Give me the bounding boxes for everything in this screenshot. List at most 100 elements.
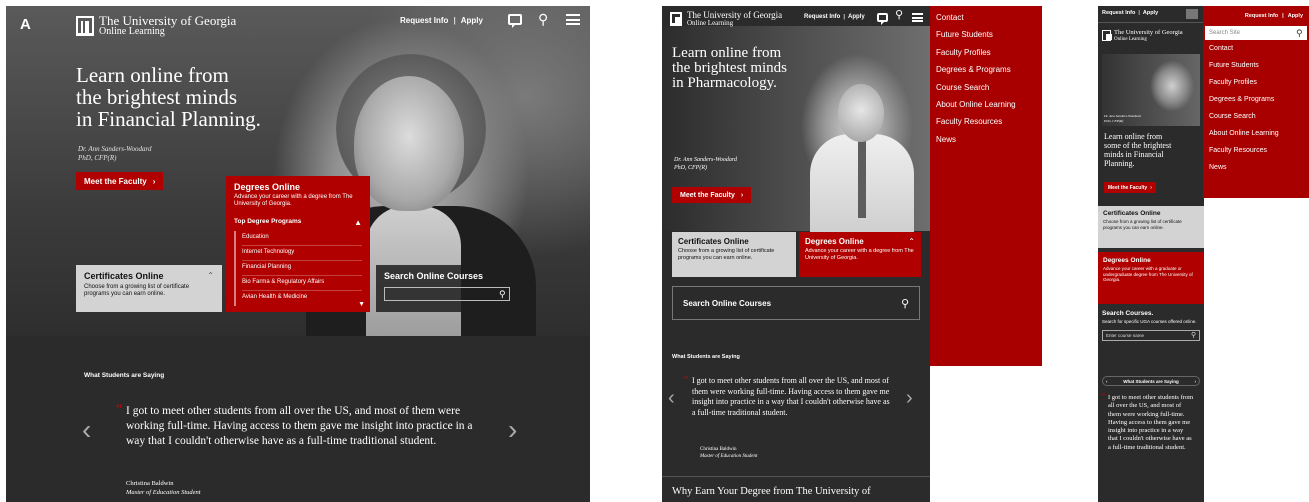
hero-heading-line: Planning. [1104, 159, 1135, 168]
caption-name: Dr. Ann Sanders-Woodard [674, 157, 737, 163]
logo-line-2: Online Learning [687, 19, 734, 27]
divider: | [843, 14, 846, 20]
header-divider [1098, 22, 1204, 23]
site-logo[interactable]: The University of Georgia Online Learnin… [1102, 29, 1183, 42]
menu-item[interactable]: Course Search [1203, 110, 1309, 127]
arrow-right-icon[interactable]: › [508, 416, 517, 444]
menu-item[interactable]: News [1203, 161, 1309, 178]
divider: | [1282, 13, 1284, 19]
degrees-panel[interactable]: Degrees Online Advance your career with … [1098, 252, 1204, 304]
request-info-link[interactable]: Request Info [400, 16, 448, 25]
menu-icon[interactable] [566, 14, 580, 25]
certificates-title: Certificates Online [1103, 210, 1161, 217]
search-icon[interactable]: ⚲ [1191, 331, 1196, 339]
author-role: Master of Education Student [700, 454, 758, 459]
menu-item[interactable]: Faculty Resources [930, 113, 1042, 130]
request-info-link[interactable]: Request Info [804, 14, 840, 20]
scroll-down-icon[interactable]: ▼ [358, 301, 365, 308]
search-icon[interactable]: ⚲ [901, 297, 909, 310]
search-icon[interactable]: ⚲ [499, 289, 506, 300]
accessibility-logo[interactable]: A [20, 16, 31, 33]
arrow-right-icon[interactable]: › [1194, 379, 1196, 384]
request-info-link[interactable]: Request Info [1102, 10, 1135, 16]
certificates-panel[interactable]: Certificates Online ⌃ Choose from a grow… [76, 265, 222, 312]
chevron-right-icon: › [740, 191, 744, 199]
search-courses-panel: Search Courses. Search for specific UGA … [1102, 310, 1200, 341]
arch-icon [1102, 30, 1112, 42]
hero-heading-line: Learn online from [1104, 132, 1163, 141]
divider: | [453, 16, 456, 25]
meet-faculty-button[interactable]: Meet the Faculty › [672, 187, 752, 203]
certificates-title: Certificates Online [84, 271, 164, 281]
mobile-view: Request Info | Apply The University of G… [1098, 6, 1204, 502]
program-link[interactable]: Bio Farma & Regulatory Affairs [242, 276, 362, 291]
hero-portrait-face [838, 84, 884, 142]
program-link[interactable]: Education [242, 231, 362, 246]
chat-icon[interactable] [877, 13, 888, 25]
request-info-link[interactable]: Request Info [1245, 13, 1278, 19]
menu-item[interactable]: About Online Learning [930, 96, 1042, 113]
program-link[interactable]: Avian Health & Medicine [242, 291, 362, 306]
menu-item[interactable]: About Online Learning [1203, 127, 1309, 144]
arrow-left-icon[interactable]: ‹ [1106, 379, 1108, 384]
testimonial-quote: I got to meet other students from all ov… [692, 376, 890, 417]
chevron-up-icon[interactable]: ▲ [354, 218, 362, 227]
site-search-input[interactable]: Search Site ⚲ [1205, 26, 1307, 40]
testimonial-author: Christina Baldwin Master of Education St… [126, 479, 201, 497]
apply-link[interactable]: Apply [848, 14, 865, 20]
search-icon[interactable]: ⚲ [538, 11, 548, 27]
menu-item[interactable]: News [930, 131, 1042, 148]
testimonials-label: What Students are Saying [672, 354, 740, 360]
menu-item[interactable]: Faculty Profiles [930, 44, 1042, 61]
menu-item[interactable]: Degrees & Programs [930, 61, 1042, 78]
menu-toggle-icon[interactable] [1186, 9, 1198, 19]
menu-icon[interactable] [912, 13, 923, 22]
certificates-panel[interactable]: Certificates Online Choose from a growin… [1098, 206, 1204, 248]
apply-link[interactable]: Apply [1143, 10, 1158, 16]
arrow-left-icon[interactable]: ‹ [668, 388, 675, 408]
hero-portrait-face [354, 76, 464, 211]
menu-item[interactable]: Future Students [930, 26, 1042, 43]
arrow-right-icon[interactable]: › [906, 388, 913, 408]
meet-faculty-button[interactable]: Meet the Faculty › [1104, 182, 1156, 193]
search-courses-field[interactable]: Search Online Courses ⚲ [672, 286, 920, 320]
degrees-title: Degrees Online [1103, 257, 1151, 264]
menu-item[interactable]: Faculty Profiles [1203, 76, 1309, 93]
site-logo[interactable]: The University of Georgia Online Learnin… [670, 11, 782, 27]
menu-item[interactable]: Course Search [930, 79, 1042, 96]
program-link[interactable]: Internet Technology [242, 246, 362, 261]
certificates-panel[interactable]: Certificates Online Choose from a growin… [672, 232, 796, 277]
hero-heading-line: Learn online from [672, 45, 782, 61]
site-logo[interactable]: The University of Georgia Online Learnin… [76, 14, 236, 37]
hero-portrait-tie [858, 138, 866, 218]
caption-credentials: PhD, CFP(R) [674, 165, 707, 171]
header-links: Request Info | Apply [400, 16, 483, 25]
hero-caption: Dr. Ann Sanders-Woodard PhD, CFP(R) [1104, 114, 1141, 123]
header-links: Request Info | Apply [804, 14, 865, 20]
degrees-panel[interactable]: Degrees Online ⌃ Advance your career wit… [799, 232, 921, 277]
apply-link[interactable]: Apply [461, 16, 483, 25]
apply-link[interactable]: Apply [1288, 13, 1303, 19]
chevron-up-icon[interactable]: ⌃ [908, 237, 915, 246]
search-icon[interactable]: ⚲ [1296, 28, 1303, 39]
menu-item[interactable]: Contact [930, 9, 1042, 26]
top-programs-label: Top Degree Programs [234, 218, 302, 225]
program-link[interactable]: Financial Planning [242, 261, 362, 276]
site-search-placeholder: Search Site [1209, 30, 1241, 36]
menu-item[interactable]: Contact [1203, 42, 1309, 59]
hero-heading-line: minds in Financial [1104, 150, 1164, 159]
search-courses-input[interactable]: ⚲ [384, 287, 510, 301]
menu-item[interactable]: Degrees & Programs [1203, 93, 1309, 110]
arrow-left-icon[interactable]: ‹ [82, 416, 91, 444]
meet-faculty-button[interactable]: Meet the Faculty › [76, 172, 164, 190]
degrees-panel[interactable]: Degrees Online Advance your career with … [226, 176, 370, 312]
search-icon[interactable]: ⚲ [895, 9, 903, 21]
chevron-up-icon[interactable]: ⌃ [207, 271, 214, 281]
caption-name: Dr. Ann Sanders-Woodard [78, 145, 152, 153]
search-courses-input[interactable]: Enter course name ⚲ [1102, 329, 1200, 341]
menu-item[interactable]: Future Students [1203, 59, 1309, 76]
chat-icon[interactable] [508, 14, 522, 28]
certificates-title: Certificates Online [678, 237, 749, 246]
search-courses-title: Search Online Courses [384, 271, 484, 281]
menu-item[interactable]: Faculty Resources [1203, 144, 1309, 161]
